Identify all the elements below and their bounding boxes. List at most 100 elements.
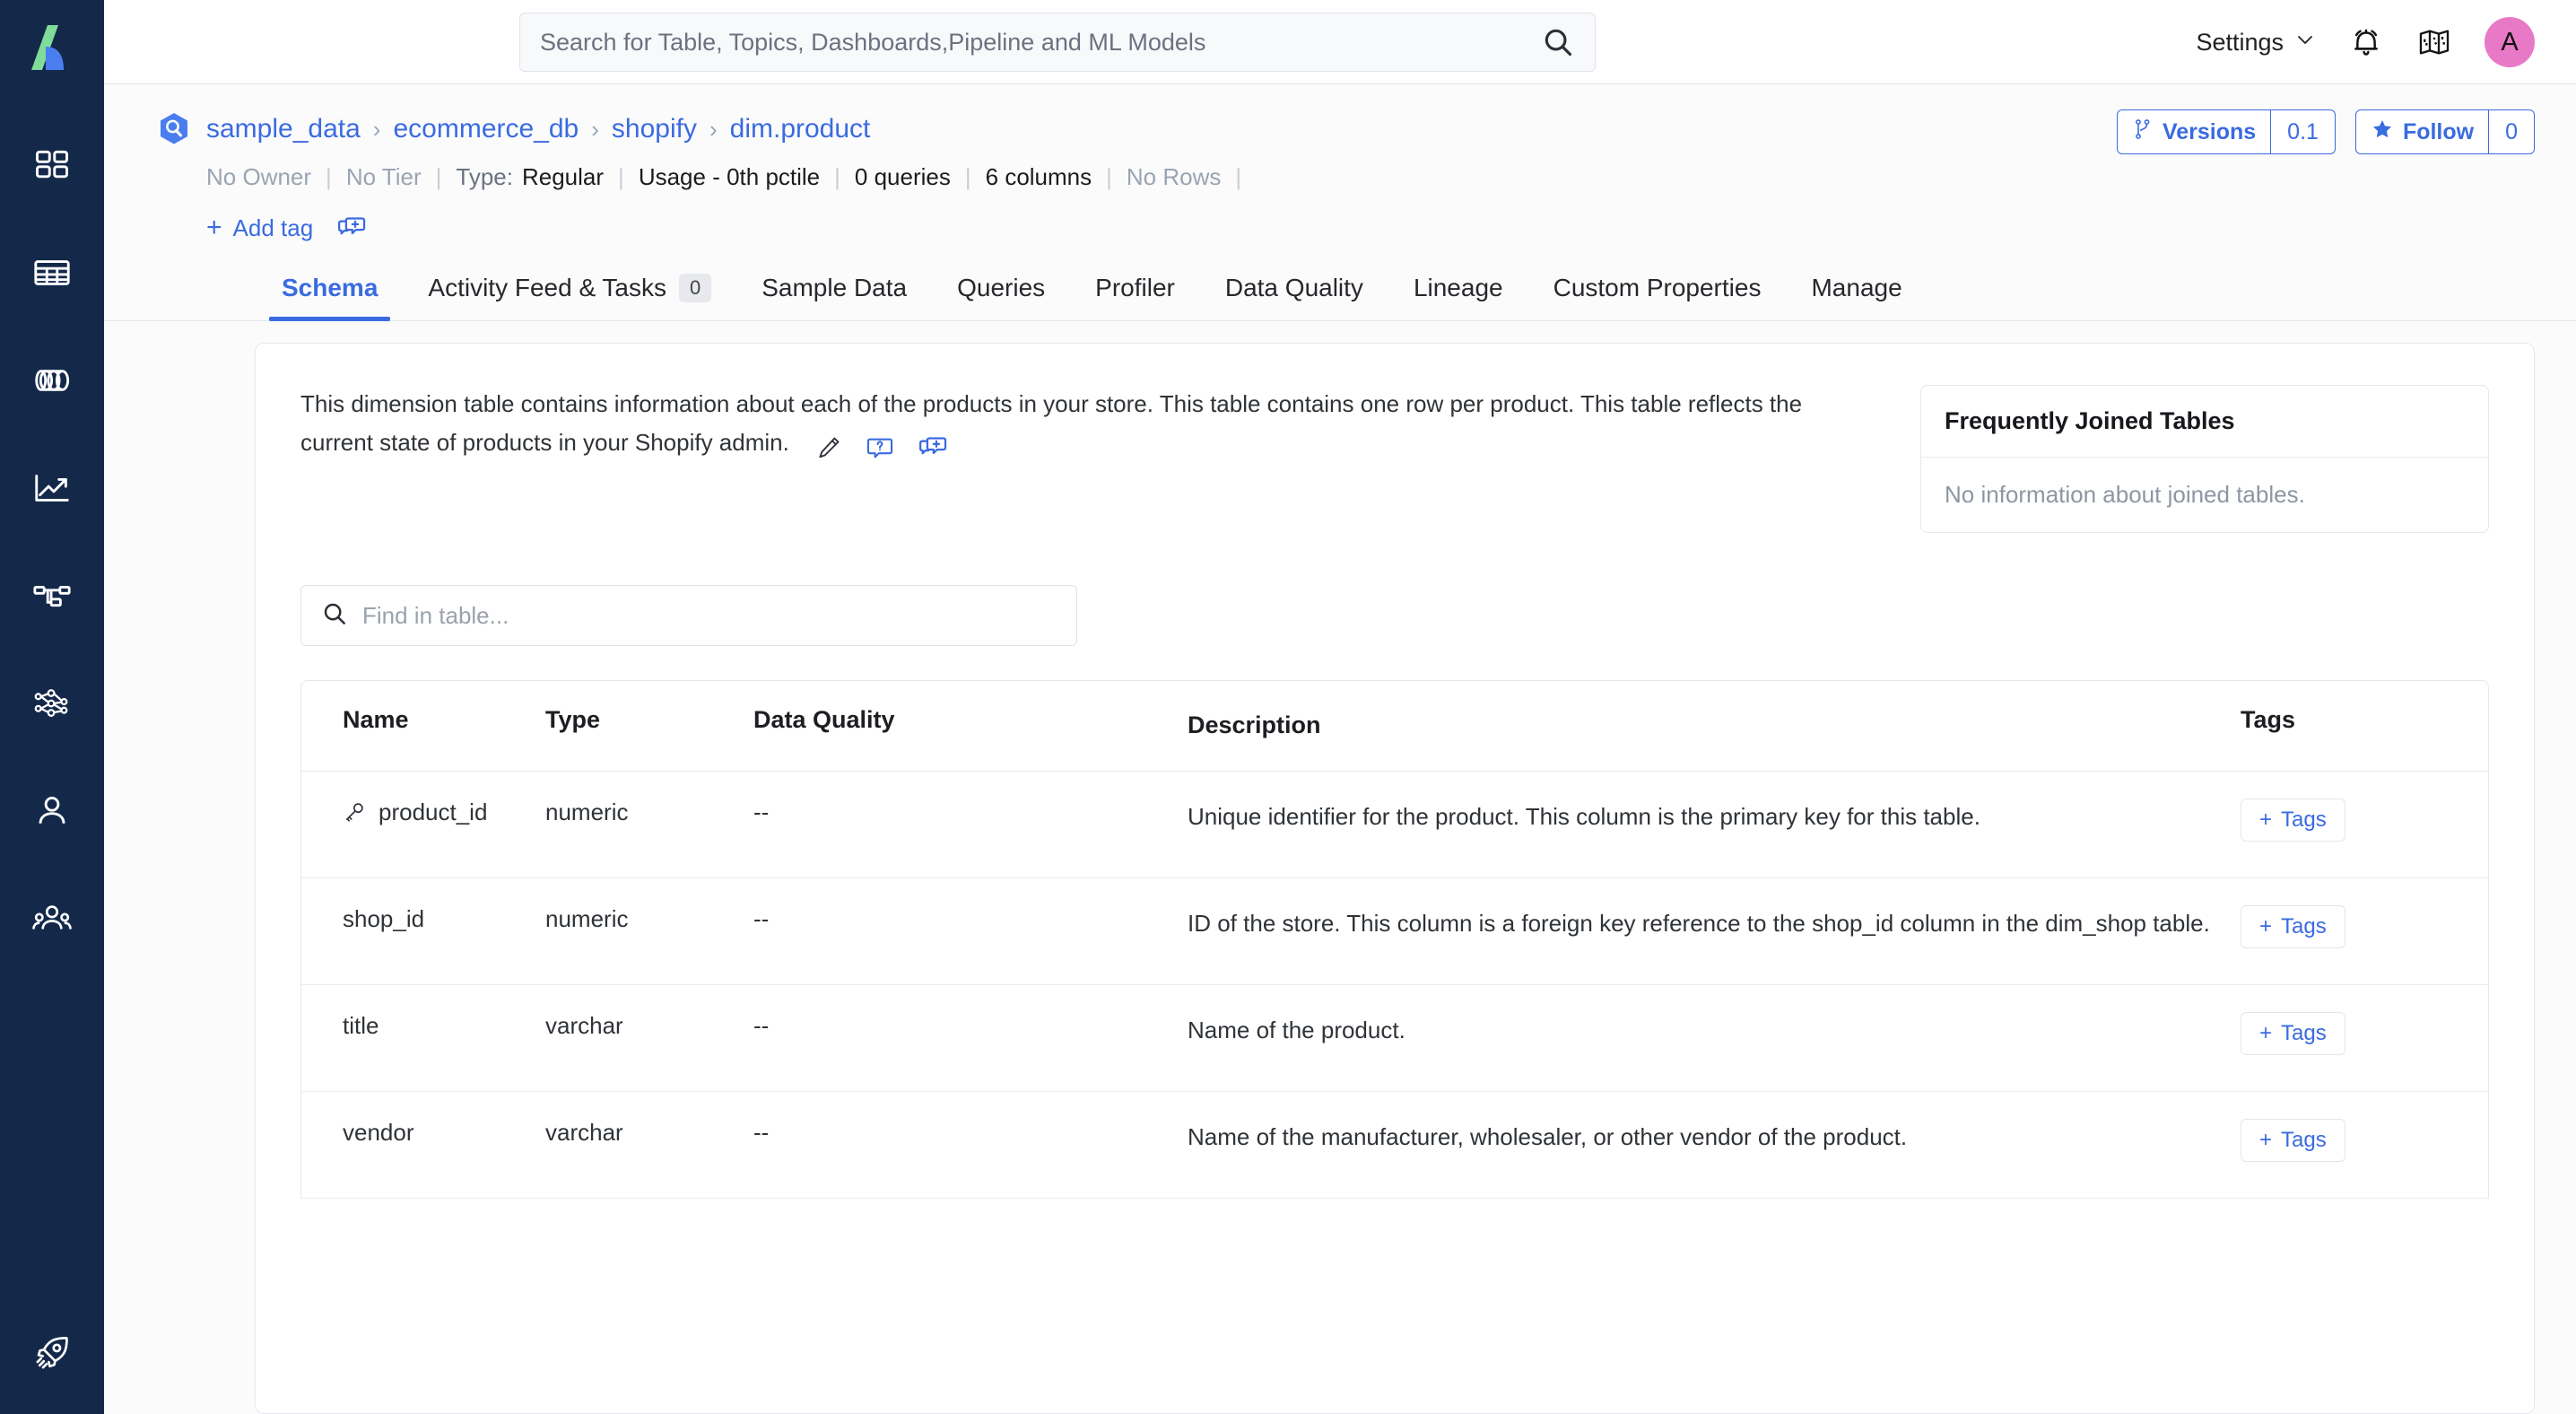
sidebar-item-pipelines[interactable]: [0, 542, 104, 650]
avatar[interactable]: A: [2485, 17, 2535, 67]
schema-tab-panel: This dimension table contains informatio…: [255, 343, 2535, 1414]
topbar-right: Settings A: [2196, 0, 2535, 84]
row-name-cell: vendor: [301, 1119, 533, 1147]
branch-icon: [2132, 118, 2154, 147]
breadcrumb-item-3[interactable]: dim.product: [730, 114, 871, 144]
follow-button[interactable]: Follow 0: [2354, 109, 2535, 154]
question-bubble-icon[interactable]: [866, 433, 894, 462]
joined-tables-title: Frequently Joined Tables: [1921, 386, 2488, 458]
columns-value: 6 columns: [985, 163, 1092, 190]
meta-separator: |: [1106, 163, 1112, 190]
top-bar: Settings: [104, 0, 2576, 84]
rows-value: No Rows: [1126, 163, 1222, 190]
row-description-cell: Unique identifier for the product. This …: [1188, 802, 1980, 830]
add-tags-button[interactable]: + Tags: [2241, 1118, 2345, 1162]
sidebar-item-teams[interactable]: [0, 865, 104, 973]
tab-label: Schema: [282, 274, 379, 302]
sidebar-item-topics[interactable]: [0, 327, 104, 434]
avatar-initial: A: [2501, 27, 2519, 57]
tab-data-quality[interactable]: Data Quality: [1200, 274, 1388, 320]
tab-label: Manage: [1811, 274, 1902, 302]
tab-label: Lineage: [1413, 274, 1503, 302]
description-and-joined: This dimension table contains informatio…: [256, 344, 2534, 534]
frequently-joined-tables-panel: Frequently Joined Tables No information …: [1920, 385, 2489, 534]
settings-label: Settings: [2196, 28, 2284, 56]
tab-queries[interactable]: Queries: [932, 274, 1070, 320]
column-header-type: Type: [545, 706, 601, 734]
users-group-icon: [31, 898, 73, 939]
search-input[interactable]: [540, 28, 1541, 57]
sidebar-item-dashboards[interactable]: [0, 434, 104, 542]
versions-label: Versions: [2162, 118, 2257, 144]
meta-separator: |: [435, 163, 442, 190]
breadcrumb-item-1[interactable]: ecommerce_db: [393, 114, 579, 144]
dashboard-grid-icon: [32, 145, 72, 185]
table-row[interactable]: shop_id numeric -- ID of the store. This…: [301, 878, 2488, 985]
plus-icon: +: [2259, 913, 2273, 938]
row-tags-cell: + Tags: [2228, 798, 2488, 842]
column-name: title: [343, 1011, 379, 1039]
primary-key-icon: [343, 800, 366, 830]
settings-menu[interactable]: Settings: [2196, 29, 2316, 57]
search-box[interactable]: [519, 13, 1596, 72]
meta-separator: |: [964, 163, 971, 190]
add-tags-button[interactable]: + Tags: [2241, 1011, 2345, 1055]
comment-plus-icon[interactable]: [336, 213, 367, 243]
table-row[interactable]: title varchar -- Name of the product. + …: [301, 985, 2488, 1092]
pipeline-nodes-icon: [31, 575, 73, 616]
add-tags-button[interactable]: + Tags: [2241, 798, 2345, 842]
sidebar-item-tables[interactable]: [0, 219, 104, 327]
row-tags-cell: + Tags: [2228, 1118, 2488, 1162]
row-type-cell: varchar: [545, 1118, 623, 1146]
column-header-data-quality: Data Quality: [753, 706, 895, 734]
breadcrumb-separator: ›: [709, 115, 718, 143]
tag-row: + Add tag: [206, 213, 2535, 243]
row-name-cell: title: [301, 1012, 533, 1040]
sidebar-item-ml-models[interactable]: [0, 650, 104, 757]
row-data-quality-cell: --: [753, 1118, 770, 1146]
database-icon: [31, 360, 73, 401]
breadcrumb-item-2[interactable]: shopify: [612, 114, 697, 144]
column-name: shop_id: [343, 904, 425, 932]
tab-lineage[interactable]: Lineage: [1388, 274, 1528, 320]
add-tag-button[interactable]: + Add tag: [206, 214, 313, 242]
versions-button[interactable]: Versions 0.1: [2116, 109, 2336, 154]
row-type-cell: varchar: [545, 1011, 623, 1039]
row-data-quality-cell: --: [753, 798, 770, 825]
row-description-cell: Name of the product.: [1188, 1016, 1405, 1043]
sidebar-item-explore[interactable]: [0, 111, 104, 219]
column-header-description: Description: [1188, 711, 1321, 739]
tab-manage[interactable]: Manage: [1786, 274, 1927, 320]
map-book-icon[interactable]: [2416, 24, 2452, 60]
tab-label: Activity Feed & Tasks: [428, 274, 666, 302]
entity-header: sample_data › ecommerce_db › shopify › d…: [104, 84, 2576, 243]
tab-profiler[interactable]: Profiler: [1070, 274, 1200, 320]
table-row[interactable]: vendor varchar -- Name of the manufactur…: [301, 1092, 2488, 1199]
sidebar-item-users[interactable]: [0, 757, 104, 865]
find-in-table-box[interactable]: [300, 585, 1077, 647]
type-label: Type:: [456, 163, 513, 190]
tab-label: Custom Properties: [1553, 274, 1762, 302]
tab-sample-data[interactable]: Sample Data: [736, 274, 932, 320]
breadcrumb-item-0[interactable]: sample_data: [206, 114, 361, 144]
search-icon[interactable]: [1541, 25, 1575, 59]
column-header-tags: Tags: [2241, 706, 2296, 734]
column-name: vendor: [343, 1118, 414, 1146]
tab-activity-feed-and-tasks[interactable]: Activity Feed & Tasks 0: [403, 274, 736, 320]
table-row[interactable]: product_id numeric -- Unique identifier …: [301, 772, 2488, 878]
owner-value: No Owner: [206, 163, 312, 190]
chart-line-icon: [31, 467, 73, 509]
ml-model-network-icon: [31, 683, 73, 724]
bell-icon[interactable]: [2348, 24, 2384, 60]
edit-pencil-icon[interactable]: [815, 434, 842, 461]
plus-icon: +: [2259, 807, 2273, 832]
row-type-cell: numeric: [545, 798, 629, 825]
sidebar-item-whats-new[interactable]: [0, 1332, 104, 1378]
find-in-table-input[interactable]: [362, 601, 1057, 630]
tab-schema[interactable]: Schema: [257, 274, 403, 322]
left-sidebar: [0, 0, 104, 1414]
tab-custom-properties[interactable]: Custom Properties: [1528, 274, 1787, 320]
comment-plus-icon[interactable]: [918, 432, 948, 463]
openmetadata-logo[interactable]: [24, 20, 80, 75]
add-tags-button[interactable]: + Tags: [2241, 904, 2345, 948]
